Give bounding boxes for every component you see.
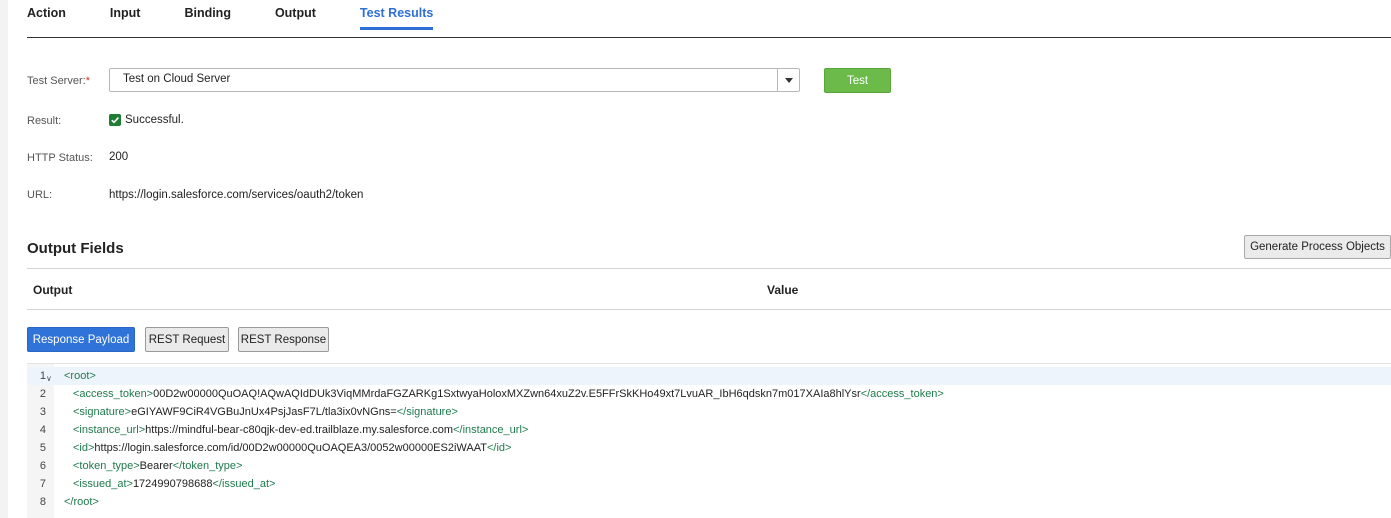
xml-tag: </token_type> [172, 460, 243, 472]
tab-test-results[interactable]: Test Results [359, 0, 434, 30]
xml-value: https://login.salesforce.com/id/00D2w000… [94, 442, 487, 454]
xml-value: https://mindful-bear-c80qjk-dev-ed.trail… [145, 424, 454, 436]
output-fields-title: Output Fields [27, 240, 124, 257]
required-asterisk: * [85, 75, 90, 87]
code-line: 1 ∨ <root> [27, 367, 1391, 385]
line-number: 2 [39, 388, 46, 400]
test-server-label: Test Server:* [27, 75, 90, 87]
xml-tag: <signature> [73, 406, 132, 418]
xml-tag: <root> [64, 370, 96, 382]
xml-tag: </issued_at> [212, 478, 276, 490]
xml-tag: <issued_at> [73, 478, 133, 490]
column-header-output[interactable]: Output [33, 283, 72, 297]
line-number: 3 [39, 406, 46, 418]
checkbox-checked-icon [109, 114, 121, 126]
xml-tag: <token_type> [73, 460, 140, 472]
tab-output[interactable]: Output [275, 0, 316, 30]
result-value: Successful. [125, 114, 184, 126]
code-viewer[interactable]: 1 ∨ <root> 2 <access_token>00D2w00000QuO… [27, 363, 1391, 518]
line-number: 8 [39, 496, 46, 508]
xml-tag: </instance_url> [453, 424, 529, 436]
line-number: 5 [39, 442, 46, 454]
xml-tag: </access_token> [860, 388, 944, 400]
line-number: 1 [39, 370, 46, 382]
rest-request-button[interactable]: REST Request [145, 327, 229, 352]
response-payload-button[interactable]: Response Payload [27, 327, 135, 352]
left-edge-strip [0, 0, 8, 518]
xml-value: 00D2w00000QuOAQ!AQwAQIdDUk3ViqMMrdaFGZAR… [153, 388, 861, 400]
tabs-divider [27, 37, 1391, 38]
xml-tag: </signature> [396, 406, 458, 418]
test-server-select[interactable]: Test on Cloud Server [109, 68, 800, 92]
column-header-value[interactable]: Value [767, 283, 798, 297]
line-number: 6 [39, 460, 46, 472]
xml-value: eGIYAWF9CiR4VGBuJnUx4PsjJasF7L/tla3ix0vN… [131, 406, 397, 418]
chevron-down-icon [784, 77, 793, 83]
line-number: 7 [39, 478, 46, 490]
http-status-label: HTTP Status: [27, 152, 93, 164]
tab-action[interactable]: Action [27, 0, 66, 30]
tab-bar: Action Input Binding Output Test Results [27, 0, 477, 37]
test-button[interactable]: Test [824, 68, 891, 93]
code-line: 5 <id>https://login.salesforce.com/id/00… [27, 439, 1391, 457]
url-label: URL: [27, 189, 53, 201]
xml-tag: </root> [64, 496, 99, 508]
code-line: 7 <issued_at>1724990798688</issued_at> [27, 475, 1391, 493]
tab-binding[interactable]: Binding [184, 0, 231, 30]
code-line: 8 </root> [27, 493, 1391, 511]
code-line: 2 <access_token>00D2w00000QuOAQ!AQwAQIdD… [27, 385, 1391, 403]
tab-input[interactable]: Input [110, 0, 141, 30]
test-server-selected-value: Test on Cloud Server [123, 73, 231, 85]
line-number: 4 [39, 424, 46, 436]
dropdown-button[interactable] [777, 69, 799, 91]
http-status-value: 200 [109, 151, 129, 163]
rest-response-button[interactable]: REST Response [238, 327, 329, 352]
table-header-top-border [27, 268, 1391, 269]
xml-tag: <id> [73, 442, 95, 454]
code-line: 3 <signature>eGIYAWF9CiR4VGBuJnUx4PsjJas… [27, 403, 1391, 421]
code-line: 6 <token_type>Bearer</token_type> [27, 457, 1391, 475]
xml-tag: <instance_url> [73, 424, 146, 436]
code-line: 4 <instance_url>https://mindful-bear-c80… [27, 421, 1391, 439]
result-label: Result: [27, 115, 62, 127]
table-header-bottom-border [27, 309, 1391, 310]
url-value: https://login.salesforce.com/services/oa… [109, 189, 364, 201]
xml-tag: </id> [486, 442, 512, 454]
generate-process-objects-button[interactable]: Generate Process Objects [1244, 235, 1391, 259]
xml-value: Bearer [139, 460, 173, 472]
xml-tag: <access_token> [73, 388, 154, 400]
xml-value: 1724990798688 [132, 478, 213, 490]
